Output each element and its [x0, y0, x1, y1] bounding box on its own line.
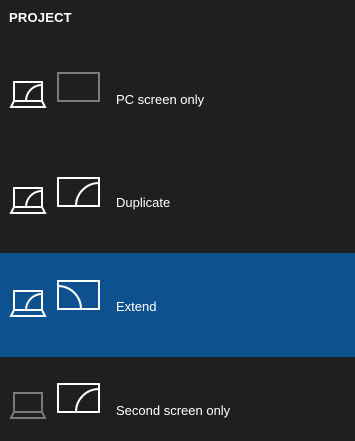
option-duplicate[interactable]: Duplicate — [0, 150, 355, 254]
panel-title: PROJECT — [9, 10, 72, 25]
extend-icon — [9, 277, 105, 329]
option-label: Second screen only — [116, 403, 231, 418]
project-panel: PROJECT PC screen only Duplicate Extend … — [0, 0, 355, 441]
second-screen-only-icon — [9, 379, 105, 431]
option-second-screen-only[interactable]: Second screen only — [0, 357, 355, 441]
option-label: Duplicate — [116, 195, 171, 210]
duplicate-icon — [9, 174, 105, 226]
option-label: PC screen only — [116, 92, 205, 107]
pc-screen-only-icon — [9, 68, 105, 120]
option-extend[interactable]: Extend — [0, 253, 355, 357]
option-pc-screen-only[interactable]: PC screen only — [0, 46, 355, 150]
option-label: Extend — [116, 299, 157, 314]
